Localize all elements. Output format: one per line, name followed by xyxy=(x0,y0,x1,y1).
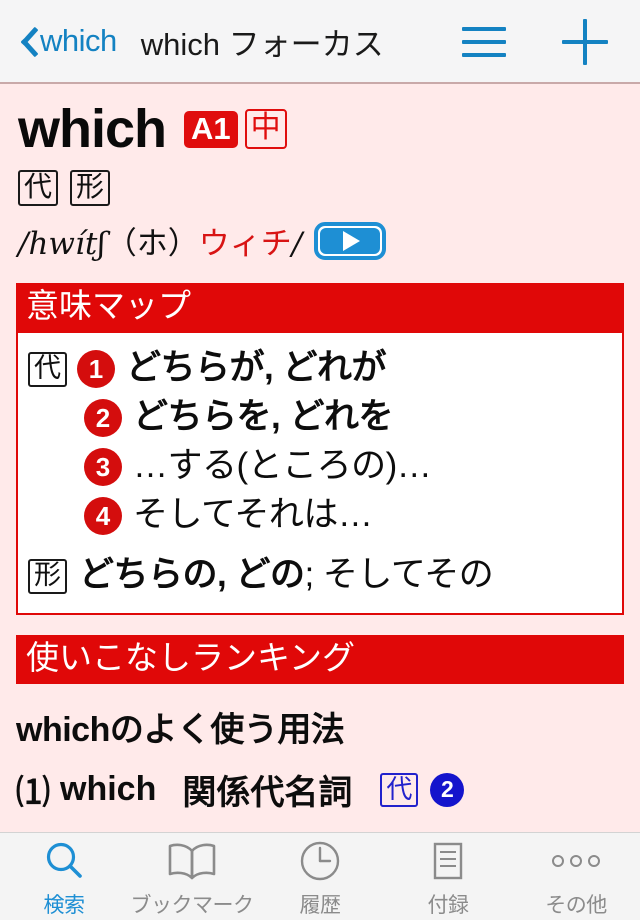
app-root: which which フォーカス which A1 中 代 形 /hwítʃ（… xyxy=(0,0,640,920)
pronunciation: /hwítʃ（ホ）ウィチ/ xyxy=(18,218,302,263)
play-triangle-icon xyxy=(343,230,361,251)
level-badge: 中 xyxy=(244,109,287,149)
adjective-sense-rest: ; そしてその xyxy=(304,555,494,595)
play-button-inner xyxy=(320,227,381,254)
sense-text: そしてそれは… xyxy=(133,495,373,535)
search-icon xyxy=(42,839,86,883)
meaning-row-adjective[interactable]: 形 どちらの, どの; そしてその xyxy=(28,552,612,598)
back-button-label: which xyxy=(40,23,117,58)
adjective-sense-text: どちらの, どの; そしてその xyxy=(79,552,494,598)
usage-item-pos-tag: 代 xyxy=(380,772,419,807)
bookmark-book-icon xyxy=(166,839,218,883)
tab-label-appendix: 付録 xyxy=(427,893,470,917)
sense-text: どちらを, どれを xyxy=(133,396,393,436)
usage-ranking-item[interactable]: ⑴ which 関係代名詞 代 2 xyxy=(16,765,640,814)
sense-number: 3 xyxy=(84,448,122,487)
hamburger-menu-icon[interactable] xyxy=(462,27,506,57)
tab-label-search: 検索 xyxy=(43,893,86,917)
usage-ranking-section: 使いこなしランキング xyxy=(16,634,624,685)
tab-bar: 検索 ブックマーク 履歴 付録 その他 xyxy=(0,832,640,920)
meaning-row[interactable]: 代 1 どちらが, どれが xyxy=(28,345,612,391)
tab-label-bookmark: ブックマーク xyxy=(130,893,255,917)
hamburger-line xyxy=(462,27,506,31)
pron-open-slash: / xyxy=(18,226,29,262)
meaning-row[interactable]: 4 そしてそれは… xyxy=(28,492,612,538)
usage-item-word: which xyxy=(60,770,157,809)
hamburger-line xyxy=(462,53,506,57)
chevron-left-icon xyxy=(14,24,34,58)
tab-search[interactable]: 検索 xyxy=(0,833,128,920)
back-button[interactable]: which xyxy=(14,23,117,59)
meaning-map-header: 意味マップ xyxy=(16,283,624,333)
meaning-row[interactable]: 2 どちらを, どれを xyxy=(28,394,612,440)
usage-item-description: 関係代名詞 xyxy=(182,774,353,813)
meaning-pos-adjective: 形 xyxy=(28,559,67,595)
usage-ranking-title: whichのよく使う用法 xyxy=(16,711,345,750)
navigation-bar: which which フォーカス xyxy=(0,0,640,84)
meaning-row[interactable]: 3 …する(ところの)… xyxy=(28,443,612,489)
sense-number: 4 xyxy=(84,497,122,536)
plus-icon[interactable] xyxy=(562,19,608,65)
sense-text: …する(ところの)… xyxy=(133,446,432,486)
headword-row: which A1 中 xyxy=(0,84,640,156)
more-dots-icon xyxy=(549,839,603,883)
pron-kana-plain: （ホ） xyxy=(105,226,199,262)
cefr-badge: A1 xyxy=(184,110,238,148)
adjective-sense-bold: どちらの, どの xyxy=(79,555,305,595)
play-audio-icon[interactable] xyxy=(314,221,387,260)
tab-more[interactable]: その他 xyxy=(512,833,640,920)
pron-kana-red: ウィチ xyxy=(198,226,292,262)
hamburger-line xyxy=(462,40,506,44)
sense-text: どちらが, どれが xyxy=(126,347,386,387)
usage-ranking-header: 使いこなしランキング xyxy=(16,634,624,685)
pronunciation-row: /hwítʃ（ホ）ウィチ/ xyxy=(0,206,640,263)
history-clock-icon xyxy=(298,839,342,883)
tab-appendix[interactable]: 付録 xyxy=(384,833,512,920)
meaning-pos-pronoun: 代 xyxy=(28,351,67,387)
usage-item-number: ⑴ xyxy=(16,774,50,813)
usage-item-sense-number: 2 xyxy=(430,772,465,807)
sense-number: 1 xyxy=(77,349,115,388)
navbar-actions xyxy=(462,0,640,84)
entry-content: which A1 中 代 形 /hwítʃ（ホ）ウィチ/ 意味マップ 代 1 ど… xyxy=(0,84,640,832)
tab-label-history: 履歴 xyxy=(299,893,342,917)
tab-bookmark[interactable]: ブックマーク xyxy=(128,833,256,920)
appendix-document-icon xyxy=(426,839,470,883)
pos-tag-adjective: 形 xyxy=(70,170,111,206)
tab-label-more: その他 xyxy=(545,893,607,917)
pos-tag-pronoun: 代 xyxy=(18,170,59,206)
meaning-map-body: 代 1 どちらが, どれが 2 どちらを, どれを 3 …する(ところの)… 4 xyxy=(16,332,624,615)
tab-history[interactable]: 履歴 xyxy=(256,833,384,920)
sense-number: 2 xyxy=(84,398,122,437)
part-of-speech-row: 代 形 xyxy=(0,156,640,206)
headword: which xyxy=(18,99,167,159)
page-title: which フォーカス xyxy=(140,26,384,62)
meaning-map-section: 意味マップ 代 1 どちらが, どれが 2 どちらを, どれを 3 …する(とこ… xyxy=(16,283,624,615)
pron-close-slash: / xyxy=(291,226,303,262)
pron-ipa: hwítʃ xyxy=(28,226,106,262)
